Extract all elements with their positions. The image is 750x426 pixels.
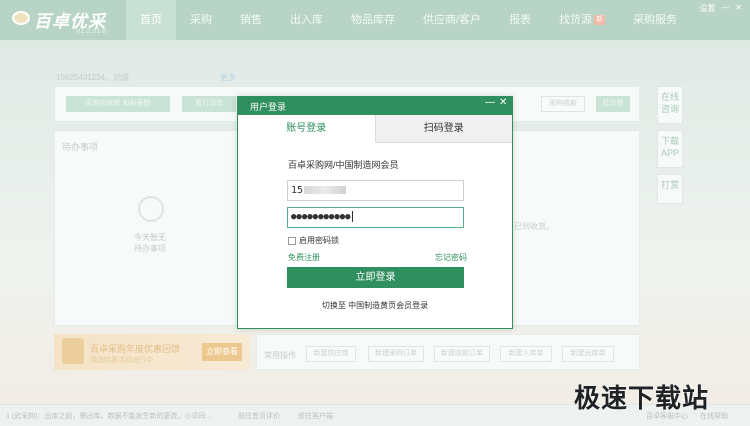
username-value: 15 [291,185,304,196]
member-label: 百卓采购网/中国制造网会员 [288,160,399,170]
tab-account-login[interactable]: 账号登录 [238,115,375,143]
password-input[interactable]: ●●●●●●●●●●● [287,207,464,228]
login-button[interactable]: 立即登录 [287,267,464,288]
password-lock-checkbox[interactable] [288,236,296,245]
register-link[interactable]: 免费注册 [288,252,320,263]
tab-qr-login[interactable]: 扫码登录 [374,115,512,143]
login-tabs: 账号登录 扫码登录 [238,115,512,143]
password-lock-label: 启用密码锁 [299,236,339,245]
dialog-minimize-icon[interactable]: — [485,97,495,108]
password-lock-option[interactable]: 启用密码锁 [288,235,339,246]
password-value: ●●●●●●●●●●● [291,212,351,222]
dialog-close-icon[interactable]: ✕ [499,97,507,108]
username-input[interactable]: 15 [287,180,464,201]
text-caret [351,211,353,222]
forgot-password-link[interactable]: 忘记密码 [435,252,467,263]
username-redacted [304,186,347,194]
login-dialog: 用户登录 — ✕ 账号登录 扫码登录 百卓采购网/中国制造网会员 15 ●●●●… [237,96,513,329]
dialog-title-bar[interactable]: 用户登录 — ✕ [238,97,512,115]
dialog-title: 用户登录 [250,102,287,112]
switch-login-link[interactable]: 切换至 中国制造黄页会员登录 [238,300,512,311]
